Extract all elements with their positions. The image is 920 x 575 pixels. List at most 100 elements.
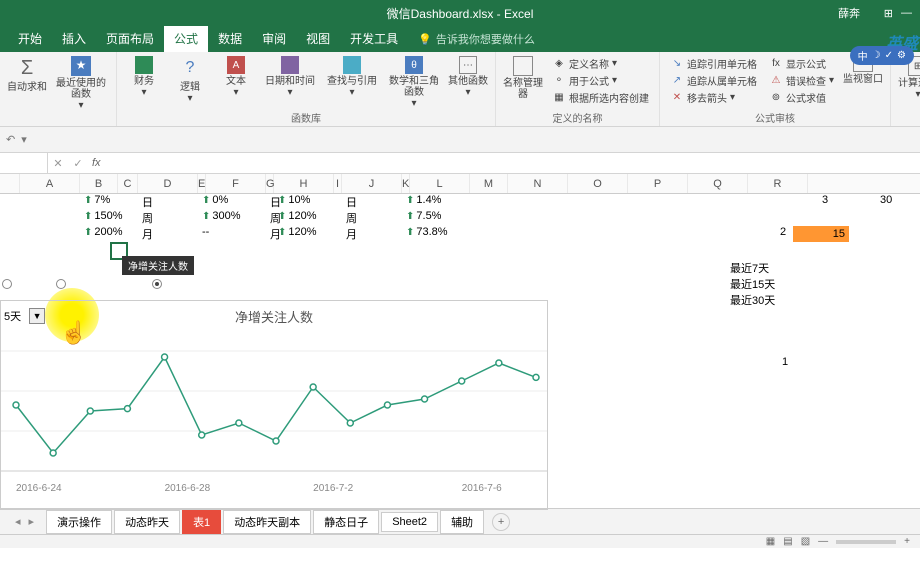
cell-value[interactable]: ⬆0% — [202, 194, 228, 206]
cell-value[interactable]: 周 — [142, 210, 153, 226]
cell-value[interactable]: ⬆73.8% — [406, 226, 448, 238]
cell-value[interactable]: ⬆300% — [202, 210, 241, 222]
view-pagebreak-icon[interactable]: ▧ — [801, 536, 810, 547]
cell-value[interactable]: 1 — [782, 356, 788, 368]
nav-first-icon[interactable]: ◂ — [15, 515, 21, 528]
col-header[interactable]: N — [508, 174, 568, 193]
highlighted-cell[interactable]: 15 — [793, 226, 849, 242]
trace-precedents-button[interactable]: ↘追踪引用单元格 — [670, 56, 757, 71]
col-header[interactable]: L — [410, 174, 470, 193]
sheet-tab[interactable]: 演示操作 — [46, 510, 112, 534]
ribbon-tab-开发工具[interactable]: 开发工具 — [340, 25, 408, 52]
autosum-button[interactable]: Σ自动求和 — [6, 54, 48, 93]
col-header[interactable]: O — [568, 174, 628, 193]
cell-value[interactable]: ⬆1.4% — [406, 194, 441, 206]
cell-value[interactable]: ⬆120% — [278, 226, 317, 238]
cell-value[interactable]: 30 — [880, 194, 892, 206]
cell-value[interactable]: 日 — [142, 194, 153, 210]
radio-option-1[interactable] — [2, 279, 12, 289]
zoom-in-icon[interactable]: + — [904, 536, 910, 547]
cell-value[interactable]: ⬆10% — [278, 194, 310, 206]
enter-icon[interactable]: ✓ — [68, 157, 88, 170]
cell-value[interactable]: -- — [202, 226, 209, 238]
ribbon-tab-审阅[interactable]: 审阅 — [252, 25, 296, 52]
ribbon-tab-页面布局[interactable]: 页面布局 — [96, 25, 164, 52]
logical-button[interactable]: ?逻辑▾ — [169, 54, 211, 104]
dropdown-arrow-icon[interactable]: ▼ — [29, 308, 45, 324]
list-item[interactable]: 最近15天 — [730, 276, 775, 292]
cell-value[interactable]: 日 — [346, 194, 357, 210]
financial-button[interactable]: 财务▾ — [123, 54, 165, 98]
name-box[interactable] — [0, 153, 48, 173]
remove-arrows-button[interactable]: ✕移去箭头 ▾ — [670, 90, 757, 105]
cell-value[interactable]: ⬆200% — [84, 226, 123, 238]
col-header[interactable]: G — [266, 174, 274, 193]
text-button[interactable]: A文本▾ — [215, 54, 257, 98]
cell-value[interactable]: ⬆120% — [278, 210, 317, 222]
col-header[interactable]: R — [748, 174, 808, 193]
list-item[interactable]: 最近30天 — [730, 292, 775, 308]
col-header[interactable]: F — [206, 174, 266, 193]
add-sheet-button[interactable]: + — [492, 513, 510, 531]
fx-icon[interactable]: fx — [88, 157, 105, 169]
view-normal-icon[interactable]: ▦ — [766, 536, 775, 547]
col-header[interactable]: A — [20, 174, 80, 193]
define-name-button[interactable]: ◈定义名称 ▾ — [552, 56, 649, 71]
cell-value[interactable]: ⬆7.5% — [406, 210, 441, 222]
user-name[interactable]: 薛奔 — [838, 5, 860, 21]
minimize-icon[interactable]: — — [901, 7, 912, 19]
col-header[interactable]: B — [80, 174, 118, 193]
col-header[interactable]: D — [138, 174, 198, 193]
col-header[interactable]: E — [198, 174, 206, 193]
show-formulas-button[interactable]: fx显示公式 — [769, 56, 834, 71]
sheet-tab[interactable]: 静态日子 — [313, 510, 379, 534]
col-header[interactable]: H — [274, 174, 334, 193]
recent-functions-button[interactable]: ★最近使用的函数▾ — [52, 54, 110, 111]
view-layout-icon[interactable]: ▤ — [783, 536, 792, 547]
col-header[interactable]: C — [118, 174, 138, 193]
cell-value[interactable]: 周 — [346, 210, 357, 226]
error-check-button[interactable]: ⚠错误检查 ▾ — [769, 73, 834, 88]
ribbon-tab-数据[interactable]: 数据 — [208, 25, 252, 52]
zoom-out-icon[interactable]: — — [818, 536, 828, 547]
sheet-tab[interactable]: 表1 — [182, 510, 221, 534]
cell-value[interactable]: 月 — [142, 226, 153, 242]
column-headers[interactable]: ABCDEFGHIJKLMNOPQR — [0, 174, 920, 194]
nav-last-icon[interactable]: ▸ — [29, 515, 35, 528]
more-functions-button[interactable]: ⋯其他函数▾ — [447, 54, 489, 98]
spreadsheet-grid[interactable]: ABCDEFGHIJKLMNOPQR 净增关注人数 5天 ▼ ☝ 2 15 3 … — [0, 174, 920, 508]
qat-dropdown-icon[interactable]: ▾ — [21, 133, 27, 146]
sheet-tab[interactable]: Sheet2 — [381, 512, 438, 532]
use-in-formula-button[interactable]: ⚬用于公式 ▾ — [552, 73, 649, 88]
col-header[interactable]: J — [342, 174, 402, 193]
sheet-tab[interactable]: 动态昨天 — [114, 510, 180, 534]
col-header[interactable]: M — [470, 174, 508, 193]
ribbon-tab-公式[interactable]: 公式 — [164, 25, 208, 52]
col-header[interactable]: I — [334, 174, 342, 193]
list-item[interactable]: 最近7天 — [730, 260, 769, 276]
col-header[interactable]: K — [402, 174, 410, 193]
cancel-icon[interactable]: ✕ — [48, 157, 68, 170]
col-header[interactable]: Q — [688, 174, 748, 193]
undo-icon[interactable]: ↶ — [6, 133, 15, 146]
lookup-button[interactable]: 查找与引用▾ — [323, 54, 381, 98]
share-icon[interactable]: ⊞ — [884, 7, 893, 20]
create-from-selection-button[interactable]: ▦根据所选内容创建 — [552, 90, 649, 105]
sheet-tab[interactable]: 辅助 — [440, 510, 484, 534]
radio-option-3[interactable] — [152, 279, 162, 289]
name-manager-button[interactable]: 名称管理器 — [502, 54, 544, 100]
datetime-button[interactable]: 日期和时间▾ — [261, 54, 319, 98]
zoom-slider[interactable] — [836, 540, 896, 544]
tell-me[interactable]: 💡 告诉我你想要做什么 — [418, 31, 535, 52]
ribbon-tab-视图[interactable]: 视图 — [296, 25, 340, 52]
ribbon-tab-插入[interactable]: 插入 — [52, 25, 96, 52]
col-header[interactable]: P — [628, 174, 688, 193]
cell-value[interactable]: 2 — [780, 226, 786, 238]
ribbon-tab-开始[interactable]: 开始 — [8, 25, 52, 52]
evaluate-formula-button[interactable]: ⊚公式求值 — [769, 90, 834, 105]
radio-option-2[interactable] — [56, 279, 66, 289]
trace-dependents-button[interactable]: ↗追踪从属单元格 — [670, 73, 757, 88]
sheet-tab[interactable]: 动态昨天副本 — [223, 510, 311, 534]
cell-value[interactable]: ⬆7% — [84, 194, 110, 206]
cell-value[interactable]: ⬆150% — [84, 210, 123, 222]
